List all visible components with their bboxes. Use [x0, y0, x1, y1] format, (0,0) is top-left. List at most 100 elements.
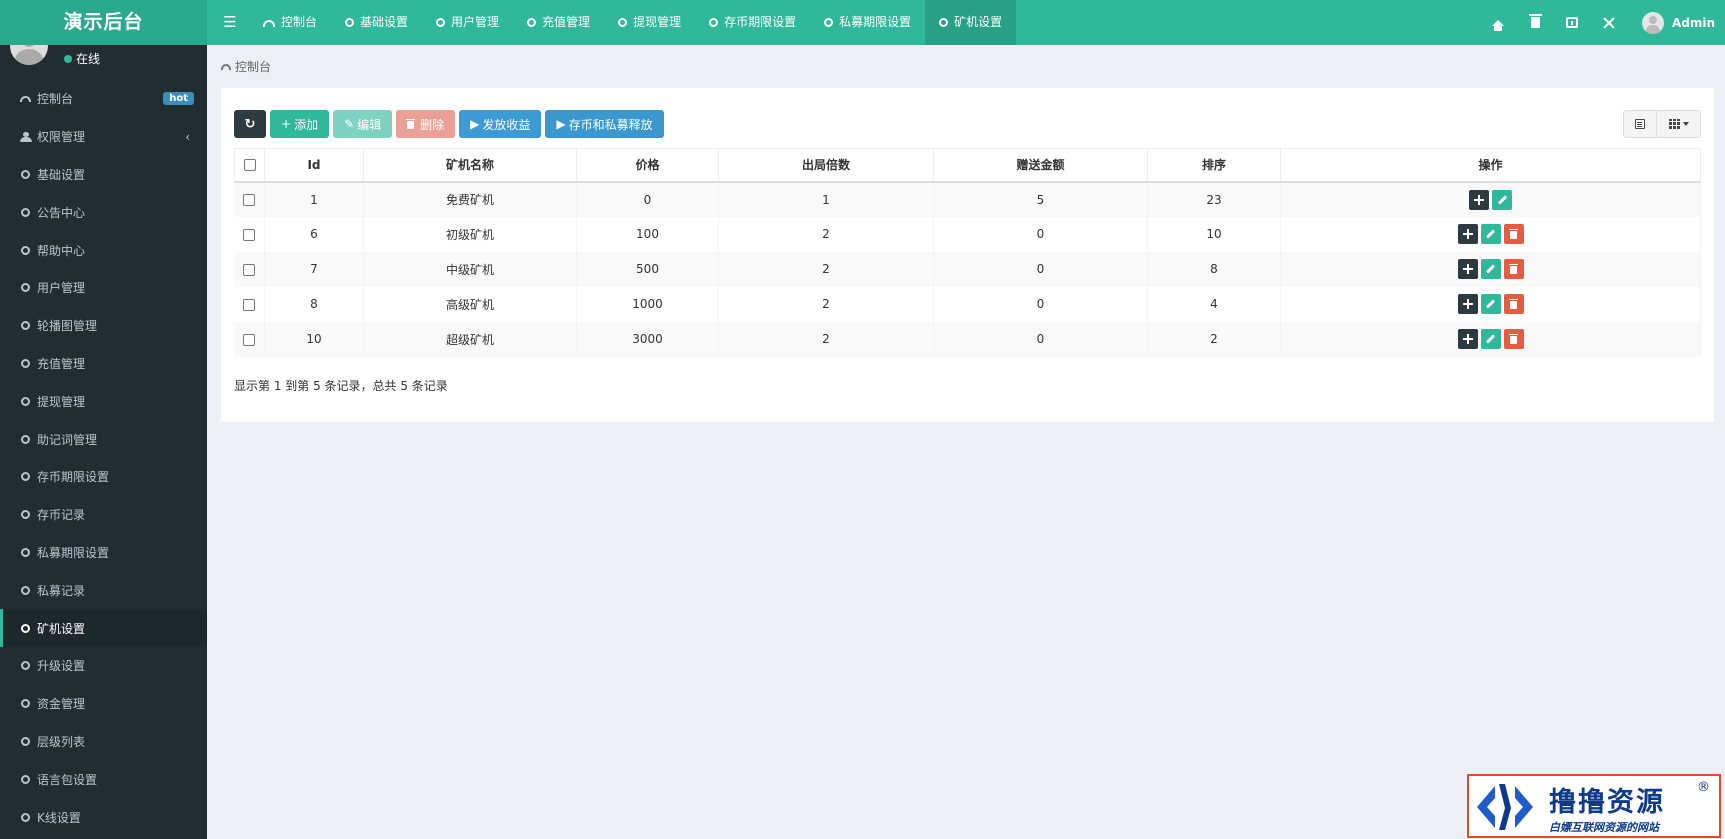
refresh-button[interactable]: ↻ [234, 110, 266, 138]
tab-dashboard[interactable]: 控制台 [249, 0, 331, 45]
caret-down-icon [1682, 122, 1689, 126]
row-select-cell [234, 216, 265, 252]
toggle-view-button[interactable] [1623, 110, 1657, 138]
row-delete-button[interactable] [1503, 224, 1524, 244]
sidebar-item-label: 用户管理 [37, 281, 86, 296]
home-button[interactable] [1480, 0, 1517, 45]
sidebar-item-mnemonic-management[interactable]: 助记词管理 [0, 420, 207, 458]
tab-recharge-management[interactable]: 充值管理 [513, 0, 604, 45]
delete-label: 删除 [420, 117, 445, 132]
sidebar-item-label: 公告中心 [37, 205, 86, 220]
table-row: 6 初级矿机 100 2 0 10 [234, 216, 1701, 252]
sidebar-item-permissions[interactable]: 权限管理 ‹ [0, 118, 207, 156]
column-header[interactable]: Id [264, 148, 364, 183]
circle-icon [21, 434, 30, 444]
sidebar-item-dashboard[interactable]: 控制台 hot [0, 80, 207, 118]
circle-icon [21, 245, 30, 255]
drag-sort-button[interactable] [1457, 329, 1478, 349]
user-menu[interactable]: Admin [1628, 11, 1725, 34]
sidebar-item-fund-management[interactable]: 资金管理 [0, 685, 207, 723]
row-delete-button[interactable] [1503, 329, 1524, 349]
sidebar-item-upgrade-settings[interactable]: 升级设置 [0, 647, 207, 685]
online-status: 在线 [64, 50, 100, 67]
language-icon [1566, 17, 1579, 28]
menu-toggle-icon[interactable]: ☰ [220, 0, 240, 45]
select-all-checkbox[interactable] [243, 159, 256, 172]
column-header[interactable]: 价格 [576, 148, 719, 183]
sidebar-item-basic-settings[interactable]: 基础设置 [0, 156, 207, 194]
column-header[interactable]: 出局倍数 [718, 148, 934, 183]
tab-private-term-settings[interactable]: 私募期限设置 [810, 0, 925, 45]
row-checkbox[interactable] [243, 298, 256, 311]
fullscreen-button[interactable] [1591, 0, 1628, 45]
top-nav: 控制台 基础设置 用户管理 充值管理 提现管理 存币期限设置 私募期限设置 矿机… [249, 0, 1017, 45]
row-edit-button[interactable] [1480, 294, 1501, 314]
cell-price: 500 [576, 251, 719, 287]
table-header-row: Id 矿机名称 价格 出局倍数 赠送金额 排序 操作 [234, 148, 1701, 183]
release-deposit-button[interactable]: ▶ 存币和私募释放 [545, 110, 664, 138]
row-edit-button[interactable] [1492, 189, 1512, 210]
row-checkbox[interactable] [243, 228, 256, 241]
drag-sort-button[interactable] [1469, 189, 1489, 210]
sidebar-item-private-records[interactable]: 私募记录 [0, 571, 207, 609]
sidebar-item-language-pack-settings[interactable]: 语言包设置 [0, 760, 207, 798]
app-logo[interactable]: 演示后台 [0, 0, 207, 45]
drag-sort-button[interactable] [1457, 224, 1478, 244]
row-edit-button[interactable] [1480, 224, 1501, 244]
cell-sort: 2 [1147, 321, 1281, 357]
cell-multiple: 2 [718, 286, 934, 322]
circle-icon [709, 18, 719, 27]
sidebar-item-carousel-management[interactable]: 轮播图管理 [0, 307, 207, 345]
move-icon [1462, 299, 1473, 309]
cell-multiple: 1 [718, 181, 934, 217]
dashboard-icon [221, 63, 231, 70]
sidebar-item-deposit-term-settings[interactable]: 存币期限设置 [0, 458, 207, 496]
pencil-icon [1485, 264, 1496, 274]
row-edit-button[interactable] [1480, 329, 1501, 349]
cell-actions [1280, 181, 1701, 217]
clear-cache-button[interactable] [1517, 0, 1554, 45]
column-header[interactable]: 排序 [1147, 148, 1281, 183]
tab-miner-settings[interactable]: 矿机设置 [925, 0, 1017, 45]
sidebar-item-level-list[interactable]: 层级列表 [0, 723, 207, 761]
trash-icon [1509, 264, 1518, 274]
sidebar-item-withdraw-management[interactable]: 提现管理 [0, 382, 207, 420]
language-button[interactable] [1554, 0, 1591, 45]
columns-dropdown[interactable] [1657, 110, 1701, 138]
circle-icon [21, 623, 30, 633]
sidebar-item-private-term-settings[interactable]: 私募期限设置 [0, 534, 207, 572]
sidebar-item-help-center[interactable]: 帮助中心 [0, 231, 207, 269]
row-checkbox[interactable] [243, 194, 256, 206]
delete-button[interactable]: 删除 [396, 110, 456, 138]
drag-sort-button[interactable] [1457, 259, 1478, 279]
row-select-cell [234, 286, 265, 322]
tab-basic-settings[interactable]: 基础设置 [331, 0, 422, 45]
breadcrumb-item[interactable]: 控制台 [235, 58, 271, 75]
add-button[interactable]: + 添加 [270, 110, 330, 138]
circle-icon [21, 321, 30, 331]
row-edit-button[interactable] [1480, 259, 1501, 279]
column-header[interactable]: 矿机名称 [363, 148, 577, 183]
drag-sort-button[interactable] [1457, 294, 1478, 314]
cell-actions [1280, 321, 1701, 357]
plus-icon: + [281, 117, 292, 131]
sidebar-item-announcements[interactable]: 公告中心 [0, 193, 207, 231]
release-income-button[interactable]: ▶ 发放收益 [459, 110, 542, 138]
edit-button[interactable]: ✎ 编辑 [333, 110, 393, 138]
sidebar-item-kline-settings[interactable]: K线设置 [0, 798, 207, 836]
sidebar-item-deposit-records[interactable]: 存币记录 [0, 496, 207, 534]
tab-withdraw-management[interactable]: 提现管理 [604, 0, 695, 45]
column-header: 操作 [1280, 148, 1701, 183]
row-delete-button[interactable] [1503, 259, 1524, 279]
trash-icon [1509, 299, 1518, 309]
sidebar-item-recharge-management[interactable]: 充值管理 [0, 345, 207, 383]
row-checkbox[interactable] [243, 333, 256, 346]
sidebar-item-user-management[interactable]: 用户管理 [0, 269, 207, 307]
tab-user-management[interactable]: 用户管理 [422, 0, 513, 45]
row-delete-button[interactable] [1503, 294, 1524, 314]
column-header[interactable]: 赠送金额 [933, 148, 1148, 183]
row-checkbox[interactable] [243, 263, 256, 276]
tab-deposit-term-settings[interactable]: 存币期限设置 [695, 0, 810, 45]
cell-price: 3000 [576, 321, 719, 357]
sidebar-item-miner-settings[interactable]: 矿机设置 [0, 609, 207, 647]
